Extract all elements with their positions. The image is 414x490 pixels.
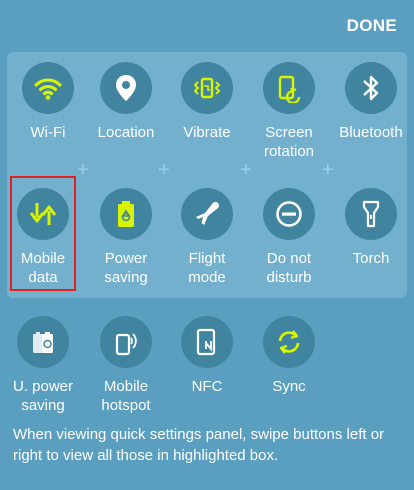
airplane-icon — [196, 202, 219, 225]
flight-mode-toggle[interactable]: Flight mode — [167, 188, 247, 287]
bluetooth-toggle[interactable]: Bluetooth — [331, 62, 411, 142]
wifi-toggle[interactable]: Wi-Fi — [8, 62, 88, 142]
screen-rotation-toggle[interactable]: Screen rotation — [249, 62, 329, 161]
tile-label: Bluetooth — [339, 124, 403, 141]
selection-frame — [10, 176, 76, 291]
tile-label: Do not disturb — [266, 250, 312, 286]
separator-plus: + — [322, 159, 334, 181]
torch-circle — [345, 188, 397, 240]
bluetooth-icon — [363, 75, 379, 101]
battery-recycle-icon — [118, 201, 134, 227]
tile-label: Sync — [272, 378, 306, 395]
tile-label: Location — [97, 124, 155, 141]
sync-toggle[interactable]: Sync — [249, 316, 329, 396]
screen-rotation-icon — [278, 75, 301, 103]
ultra-power-saving-icon — [33, 332, 53, 353]
hotspot-icon — [115, 333, 137, 356]
flashlight-icon — [362, 200, 380, 228]
torch-toggle[interactable]: Torch — [331, 188, 411, 268]
mobile-hotspot-circle — [100, 316, 152, 368]
separator-plus: + — [158, 159, 170, 181]
sync-circle — [263, 316, 315, 368]
separator-plus: + — [240, 159, 252, 181]
tile-label: U. power saving — [12, 378, 74, 414]
instruction-text: When viewing quick settings panel, swipe… — [13, 426, 385, 464]
tile-label: Vibrate — [183, 124, 231, 141]
vibrate-icon — [193, 77, 221, 99]
location-pin-icon — [116, 75, 136, 101]
tile-label: Mobile hotspot — [101, 378, 151, 414]
do-not-disturb-circle — [263, 188, 315, 240]
tile-label: Screen rotation — [263, 124, 315, 160]
bluetooth-circle — [345, 62, 397, 114]
do-not-disturb-toggle[interactable]: Do not disturb — [249, 188, 329, 287]
nfc-circle — [181, 316, 233, 368]
ultra-power-saving-circle — [17, 316, 69, 368]
location-toggle[interactable]: Location — [86, 62, 166, 142]
power-saving-toggle[interactable]: Power saving — [86, 188, 166, 287]
nfc-icon — [196, 328, 216, 356]
separator-plus: + — [77, 159, 89, 181]
screen-rotation-circle — [263, 62, 315, 114]
ultra-power-saving-toggle[interactable]: U. power saving — [3, 316, 83, 415]
wifi-circle — [22, 62, 74, 114]
tile-label: Torch — [352, 250, 390, 267]
vibrate-circle — [181, 62, 233, 114]
vibrate-toggle[interactable]: Vibrate — [167, 62, 247, 142]
sync-icon — [278, 330, 300, 354]
wifi-icon — [34, 78, 62, 100]
location-circle — [100, 62, 152, 114]
do-not-disturb-icon — [276, 201, 302, 227]
tile-label: Flight mode — [188, 250, 226, 286]
tile-label: Power saving — [104, 250, 148, 286]
done-button[interactable]: DONE — [347, 16, 397, 36]
tile-label: NFC — [191, 378, 223, 395]
mobile-hotspot-toggle[interactable]: Mobile hotspot — [86, 316, 166, 415]
tile-label: Wi-Fi — [30, 124, 66, 141]
nfc-toggle[interactable]: NFC — [167, 316, 247, 396]
flight-mode-circle — [181, 188, 233, 240]
power-saving-circle — [100, 188, 152, 240]
